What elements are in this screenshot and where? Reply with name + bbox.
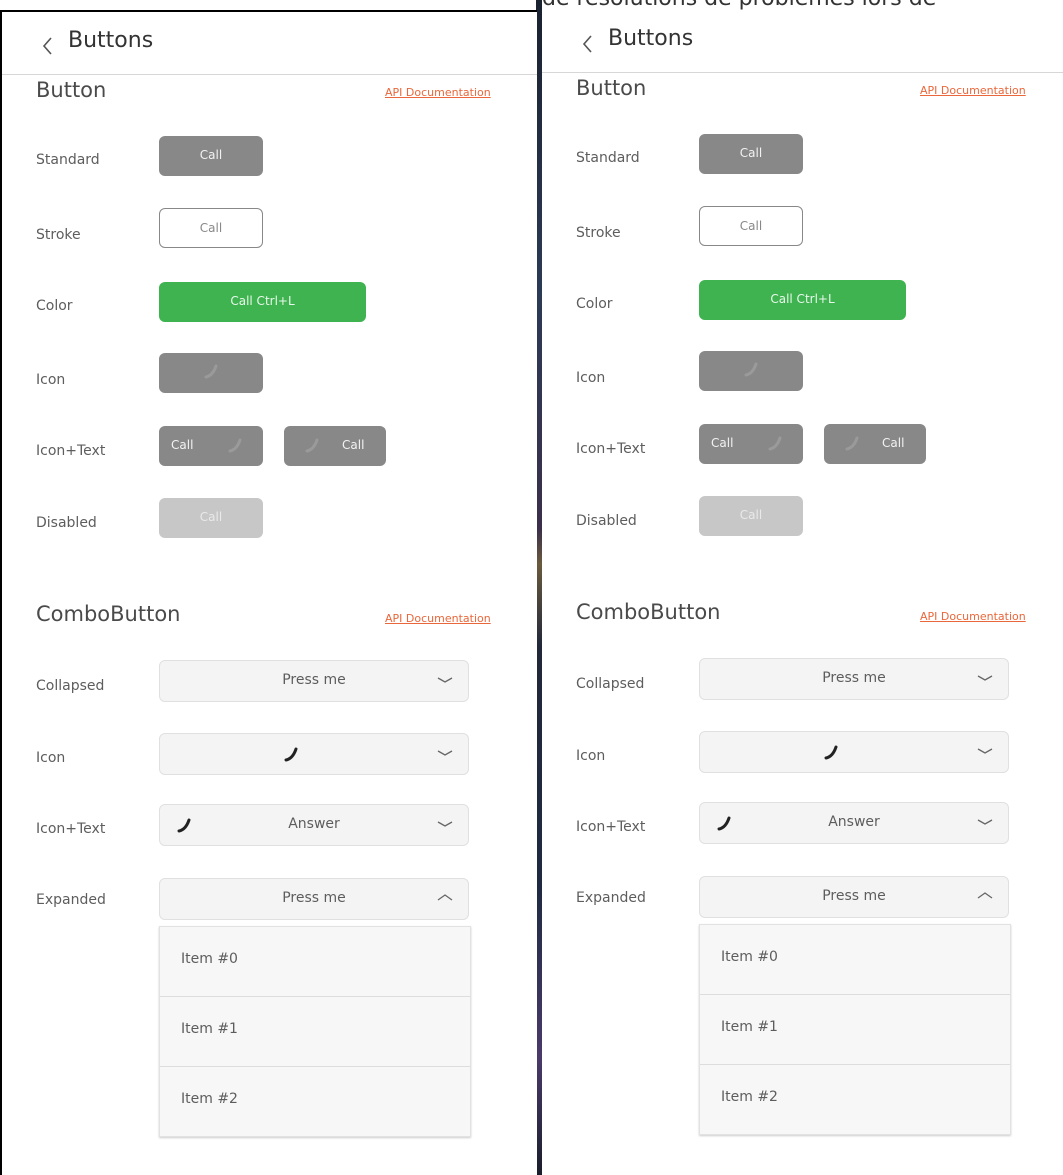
page-title: Buttons — [68, 28, 154, 53]
stroke-label: Stroke — [36, 227, 81, 243]
stroke-call-button[interactable]: Call — [159, 208, 263, 248]
icon-button[interactable] — [159, 353, 263, 393]
standard-label: Standard — [36, 152, 100, 168]
standard-call-button[interactable]: Call — [159, 136, 263, 176]
expanded-combo-button[interactable]: Press me — [159, 878, 469, 920]
combo-api-link[interactable]: API Documentation — [385, 612, 491, 625]
collapsed-combo-button[interactable]: Press me — [159, 660, 469, 702]
call-icon-left-button[interactable]: Call — [284, 426, 386, 466]
list-item[interactable]: Item #1 — [700, 995, 1010, 1065]
icon-text-label: Icon+Text — [576, 441, 646, 457]
background-text: de résolutions de problèmes lors de — [542, 0, 1063, 10]
icon-label: Icon — [36, 372, 66, 388]
stroke-call-button[interactable]: Call — [699, 206, 803, 246]
combo-icon-text-label: Icon+Text — [36, 821, 106, 837]
stroke-label: Stroke — [576, 225, 621, 241]
answer-combo-button[interactable]: Answer — [159, 804, 469, 846]
chevron-left-icon[interactable] — [38, 32, 58, 60]
disabled-call-button: Call — [699, 496, 803, 536]
button-section-title: Button — [36, 78, 107, 102]
icon-combo-button[interactable] — [699, 731, 1009, 773]
expanded-combo-button[interactable]: Press me — [699, 876, 1009, 918]
combo-dropdown-list: Item #0 Item #1 Item #2 — [159, 926, 471, 1137]
combo-api-link[interactable]: API Documentation — [920, 610, 1026, 623]
chevron-left-icon[interactable] — [578, 30, 598, 58]
combo-dropdown-list: Item #0 Item #1 Item #2 — [699, 924, 1011, 1135]
color-call-button[interactable]: Call Ctrl+L — [699, 280, 906, 320]
disabled-label: Disabled — [36, 515, 97, 531]
phone-icon — [744, 362, 758, 377]
icon-text-label: Icon+Text — [36, 443, 106, 459]
list-item[interactable]: Item #2 — [700, 1065, 1010, 1134]
color-label: Color — [576, 296, 613, 312]
collapsed-label: Collapsed — [576, 676, 645, 692]
phone-icon — [768, 436, 782, 451]
buttons-panel-left: Buttons Button API Documentation Standar… — [0, 10, 537, 1175]
call-icon-right-button[interactable]: Call — [699, 424, 803, 464]
disabled-call-button: Call — [159, 498, 263, 538]
header-bar: Buttons — [2, 12, 537, 75]
call-icon-left-button[interactable]: Call — [824, 424, 926, 464]
chevron-down-icon[interactable] — [436, 817, 454, 831]
phone-icon — [824, 745, 838, 760]
standard-label: Standard — [576, 150, 640, 166]
button-api-link[interactable]: API Documentation — [920, 84, 1026, 97]
phone-icon — [204, 364, 218, 379]
chevron-down-icon[interactable] — [976, 815, 994, 829]
icon-label: Icon — [576, 370, 606, 386]
standard-call-button[interactable]: Call — [699, 134, 803, 174]
icon-button[interactable] — [699, 351, 803, 391]
call-icon-right-button[interactable]: Call — [159, 426, 263, 466]
chevron-down-icon[interactable] — [436, 673, 454, 687]
collapsed-label: Collapsed — [36, 678, 105, 694]
chevron-up-icon[interactable] — [976, 889, 994, 903]
list-item[interactable]: Item #2 — [160, 1067, 470, 1136]
list-item[interactable]: Item #0 — [700, 925, 1010, 995]
page-title: Buttons — [608, 26, 694, 51]
button-api-link[interactable]: API Documentation — [385, 86, 491, 99]
answer-combo-button[interactable]: Answer — [699, 802, 1009, 844]
expanded-label: Expanded — [576, 890, 646, 906]
disabled-label: Disabled — [576, 513, 637, 529]
chevron-down-icon[interactable] — [436, 746, 454, 760]
phone-icon — [228, 438, 242, 453]
icon-combo-button[interactable] — [159, 733, 469, 775]
combo-icon-text-label: Icon+Text — [576, 819, 646, 835]
combo-section-title: ComboButton — [36, 602, 181, 626]
buttons-panel-right: Buttons Button API Documentation Standar… — [542, 10, 1063, 1175]
chevron-down-icon[interactable] — [976, 671, 994, 685]
expanded-label: Expanded — [36, 892, 106, 908]
color-label: Color — [36, 298, 73, 314]
phone-icon — [305, 438, 319, 453]
color-call-button[interactable]: Call Ctrl+L — [159, 282, 366, 322]
collapsed-combo-button[interactable]: Press me — [699, 658, 1009, 700]
list-item[interactable]: Item #1 — [160, 997, 470, 1067]
phone-icon — [845, 436, 859, 451]
phone-icon — [284, 747, 298, 762]
button-section-title: Button — [576, 76, 647, 100]
chevron-down-icon[interactable] — [976, 744, 994, 758]
combo-icon-label: Icon — [576, 748, 606, 764]
chevron-up-icon[interactable] — [436, 891, 454, 905]
list-item[interactable]: Item #0 — [160, 927, 470, 997]
combo-icon-label: Icon — [36, 750, 66, 766]
header-bar: Buttons — [542, 10, 1063, 73]
combo-section-title: ComboButton — [576, 600, 721, 624]
